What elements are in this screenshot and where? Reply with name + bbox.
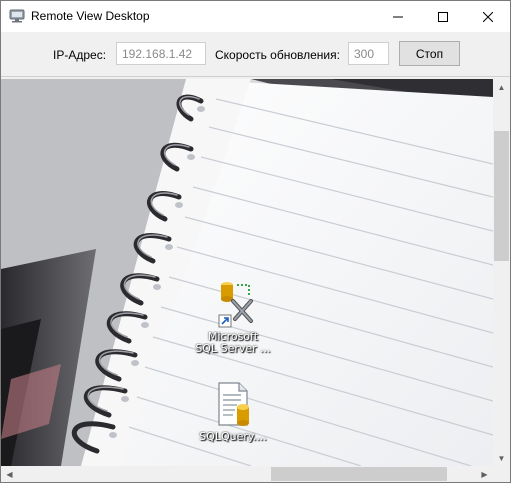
scrollbar-corner [493, 466, 510, 482]
horizontal-scroll-thumb[interactable] [271, 467, 447, 481]
ip-address-field[interactable] [116, 42, 206, 65]
desktop-icon-sql-query[interactable]: SQLQuery.... [194, 379, 272, 443]
sql-server-tools-icon [218, 282, 253, 328]
app-monitor-icon [9, 9, 25, 23]
sql-server-icon-label-line1: Microsoft [207, 331, 259, 343]
window-title: Remote View Desktop [31, 9, 150, 23]
minimize-icon [392, 16, 403, 17]
maximize-button[interactable] [420, 1, 465, 32]
minimize-button[interactable] [375, 1, 420, 32]
vertical-scroll-thumb[interactable] [494, 131, 509, 261]
desktop-icon-sql-server[interactable]: Microsoft SQL Server ... [194, 279, 272, 355]
scroll-left-arrow-icon[interactable]: ◀ [1, 466, 18, 482]
close-icon [482, 11, 493, 22]
stop-button[interactable]: Стоп [399, 41, 460, 66]
refresh-rate-field[interactable] [348, 42, 389, 65]
maximize-icon [437, 11, 448, 22]
scroll-up-arrow-icon[interactable]: ▲ [493, 79, 510, 95]
sql-query-icon-label: SQLQuery.... [199, 431, 267, 443]
sql-server-icon-label-line2: SQL Server ... [195, 343, 271, 355]
scroll-right-arrow-icon[interactable]: ▶ [476, 466, 493, 482]
vertical-scrollbar[interactable]: ▲ ▼ [493, 79, 510, 466]
connection-toolbar: IP-Адрес: Скорость обновления: Стоп [1, 32, 510, 77]
horizontal-scrollbar[interactable]: ◀ ▶ [1, 466, 493, 482]
refresh-rate-label: Скорость обновления: [215, 48, 340, 62]
ip-address-label: IP-Адрес: [53, 48, 107, 62]
remote-desktop-view[interactable]: Microsoft SQL Server ... SQLQuery.... [1, 79, 493, 466]
title-bar[interactable]: Remote View Desktop [1, 1, 510, 32]
sql-query-file-icon [218, 382, 249, 426]
close-button[interactable] [465, 1, 510, 32]
scroll-down-arrow-icon[interactable]: ▼ [493, 450, 510, 466]
remote-view-window: Remote View Desktop IP-Адрес: Скорость о… [0, 0, 511, 483]
